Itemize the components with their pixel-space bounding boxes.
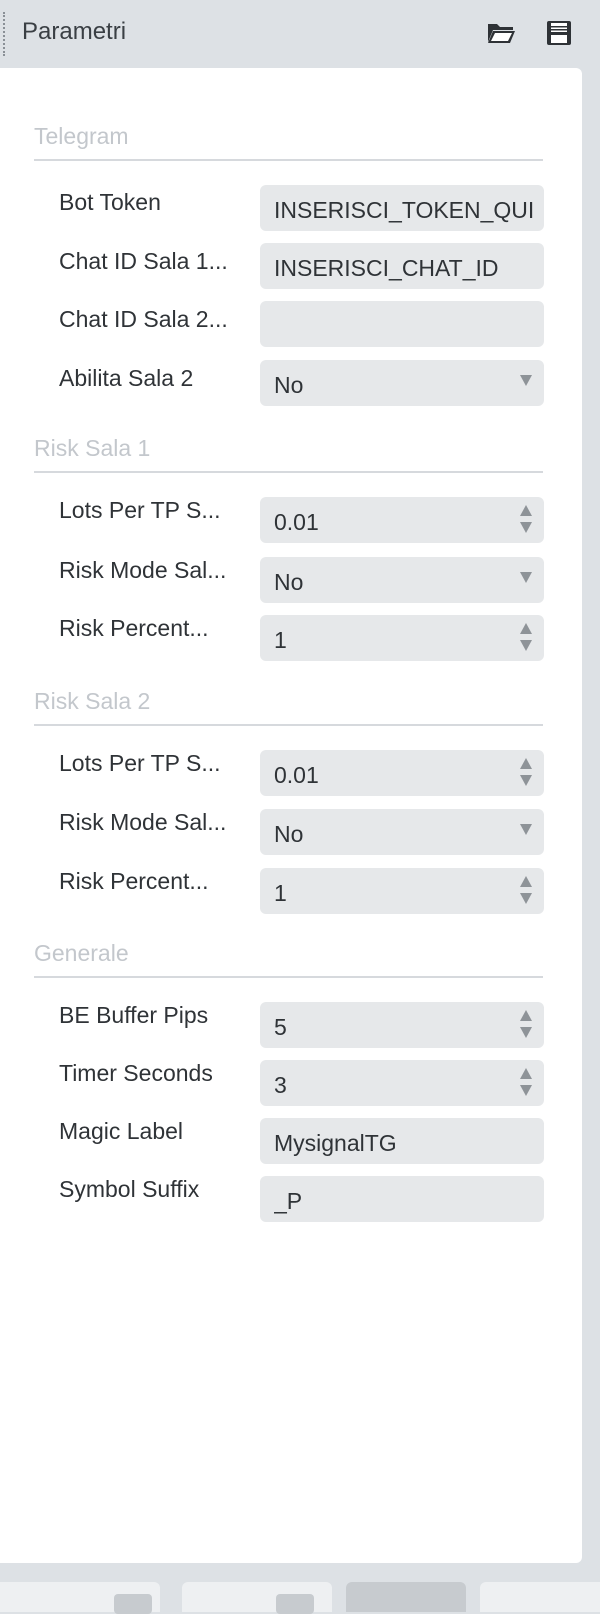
parameters-panel: Telegram Bot Token INSERISCI_TOKEN_QUI C…: [0, 68, 582, 1563]
field-value: 5: [274, 1014, 287, 1040]
section-title-risk-sala-2: Risk Sala 2: [34, 688, 151, 714]
spin-down-icon[interactable]: [520, 640, 532, 651]
field-label-magic-label: Magic Label: [59, 1118, 184, 1144]
timer-seconds-stepper[interactable]: 3: [260, 1060, 544, 1106]
field-label-be-buffer-pips: BE Buffer Pips: [59, 1002, 209, 1028]
risk-mode-sala-2-select[interactable]: No: [260, 809, 544, 855]
bottom-tab-active[interactable]: [346, 1582, 466, 1612]
tab-handle: [114, 1594, 152, 1614]
chevron-down-icon: [520, 375, 532, 386]
field-label-risk-percent-sala-2: Risk Percent...: [59, 868, 209, 894]
field-value: 1: [274, 627, 287, 653]
spin-up-icon[interactable]: [520, 1068, 532, 1079]
chat-id-sala-2-input[interactable]: [260, 301, 544, 347]
lots-per-tp-sala-1-stepper[interactable]: 0.01: [260, 497, 544, 543]
section-title-risk-sala-1: Risk Sala 1: [34, 435, 151, 461]
open-folder-icon: [488, 24, 515, 43]
spin-down-icon[interactable]: [520, 522, 532, 533]
spin-up-icon[interactable]: [520, 623, 532, 634]
section-divider: [34, 724, 543, 726]
chevron-down-icon: [520, 824, 532, 835]
panel-header: Parametri: [0, 0, 600, 66]
spin-up-icon[interactable]: [520, 758, 532, 769]
field-value: No: [274, 372, 304, 398]
field-value: INSERISCI_CHAT_ID: [274, 255, 499, 281]
section-title-generale: Generale: [34, 940, 129, 966]
field-value: 1: [274, 880, 287, 906]
field-label-bot-token: Bot Token: [59, 189, 161, 215]
field-label-chat-id-sala-2: Chat ID Sala 2...: [59, 306, 228, 332]
tab-handle: [276, 1594, 314, 1614]
field-label-risk-mode-sala-2: Risk Mode Sal...: [59, 809, 227, 835]
bottom-tab[interactable]: [480, 1582, 600, 1612]
field-label-chat-id-sala-1: Chat ID Sala 1...: [59, 248, 228, 274]
abilita-sala-2-select[interactable]: No: [260, 360, 544, 406]
bot-token-input[interactable]: INSERISCI_TOKEN_QUI: [260, 185, 544, 231]
field-label-risk-mode-sala-1: Risk Mode Sal...: [59, 557, 227, 583]
section-title-telegram: Telegram: [34, 123, 129, 149]
field-value: 3: [274, 1072, 287, 1098]
field-label-symbol-suffix: Symbol Suffix: [59, 1176, 200, 1202]
field-label-timer-seconds: Timer Seconds: [59, 1060, 213, 1086]
field-value: 0.01: [274, 509, 319, 535]
bottom-tab[interactable]: [182, 1582, 332, 1614]
section-divider: [34, 976, 543, 978]
bottom-tab[interactable]: [0, 1582, 160, 1614]
open-folder-button[interactable]: [481, 14, 521, 52]
spin-down-icon[interactable]: [520, 775, 532, 786]
chat-id-sala-1-input[interactable]: INSERISCI_CHAT_ID: [260, 243, 544, 289]
save-icon: [547, 21, 571, 45]
be-buffer-pips-stepper[interactable]: 5: [260, 1002, 544, 1048]
spin-down-icon[interactable]: [520, 893, 532, 904]
field-label-lots-per-tp-sala-1: Lots Per TP S...: [59, 497, 221, 523]
section-divider: [34, 471, 543, 473]
field-value: MysignalTG: [274, 1130, 397, 1156]
risk-percent-sala-2-stepper[interactable]: 1: [260, 868, 544, 914]
risk-mode-sala-1-select[interactable]: No: [260, 557, 544, 603]
field-label-risk-percent-sala-1: Risk Percent...: [59, 615, 209, 641]
symbol-suffix-input[interactable]: _P: [260, 1176, 544, 1222]
save-button[interactable]: [539, 14, 579, 52]
field-value: INSERISCI_TOKEN_QUI: [274, 197, 535, 223]
magic-label-input[interactable]: MysignalTG: [260, 1118, 544, 1164]
field-label-abilita-sala-2: Abilita Sala 2: [59, 365, 194, 391]
field-value: No: [274, 821, 304, 847]
panel-title: Parametri: [22, 18, 127, 45]
field-label-lots-per-tp-sala-2: Lots Per TP S...: [59, 750, 221, 776]
field-value: 0.01: [274, 762, 319, 788]
chevron-down-icon: [520, 572, 532, 583]
spin-up-icon[interactable]: [520, 1010, 532, 1021]
lots-per-tp-sala-2-stepper[interactable]: 0.01: [260, 750, 544, 796]
spin-down-icon[interactable]: [520, 1027, 532, 1038]
spin-up-icon[interactable]: [520, 876, 532, 887]
field-value: No: [274, 569, 304, 595]
risk-percent-sala-1-stepper[interactable]: 1: [260, 615, 544, 661]
section-divider: [34, 159, 543, 161]
spin-up-icon[interactable]: [520, 505, 532, 516]
drag-handle[interactable]: [3, 12, 5, 56]
field-value: _P: [274, 1188, 303, 1214]
spin-down-icon[interactable]: [520, 1085, 532, 1096]
